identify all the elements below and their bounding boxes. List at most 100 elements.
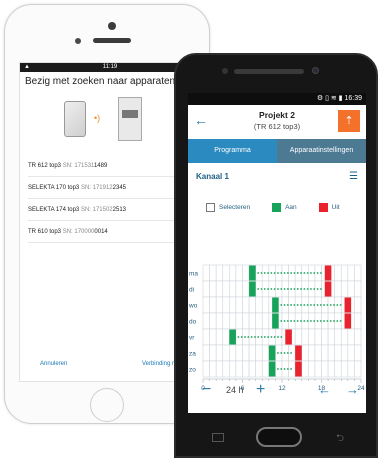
list-item[interactable]: TR 610 top3 SN: 1700000014 [28, 221, 196, 243]
active-dot [336, 320, 339, 322]
device-entry: TR 612 top3 SN: 1715311489 [28, 163, 107, 169]
grid-cell [202, 328, 210, 346]
active-dot [306, 304, 309, 306]
cancel-button[interactable]: Annuleren [40, 361, 67, 367]
active-dot [290, 272, 293, 274]
active-dot [283, 288, 286, 290]
off-marker [295, 361, 302, 377]
day-label: di [189, 287, 194, 294]
active-dot [263, 272, 266, 274]
active-dot [303, 320, 306, 322]
grid-cell [235, 360, 243, 378]
page-title: Bezig met zoeken naar apparaten... [25, 76, 184, 87]
back-key-icon[interactable]: ⮌ [336, 431, 344, 448]
schedule-grid[interactable]: madiwodovrzazo0 6 12 18 24 [188, 263, 366, 393]
active-dot [244, 336, 246, 338]
grid-cell [242, 280, 250, 298]
grid-cell [334, 344, 342, 362]
device-list: TR 612 top3 SN: 1715311489 SELEKTA 170 to… [20, 155, 200, 243]
active-dot [257, 336, 260, 338]
legend-off[interactable]: Uit [318, 202, 340, 212]
grid-cell [334, 280, 342, 298]
tab-bar: Programma Apparaatinstellingen [188, 139, 366, 163]
grid-cell [321, 344, 329, 362]
tab-apparaatinstellingen[interactable]: Apparaatinstellingen [277, 139, 366, 163]
grid-cell [209, 344, 217, 362]
active-dot [313, 288, 316, 290]
black-phone: ⚙ ▯ ≋ ▮ 16:39 ← Projekt 2 (TR 612 top3) … [174, 53, 378, 458]
grid-cell [327, 360, 335, 378]
list-icon[interactable]: ☰ [349, 171, 358, 182]
connection-illustration: •) [20, 91, 200, 153]
zoom-label: 24 h [226, 385, 244, 395]
grid-cell [209, 360, 217, 378]
active-dot [323, 320, 326, 322]
list-item[interactable]: SELEKTA 170 top3 SN: 1719122345 [28, 177, 196, 199]
active-dot [310, 272, 312, 274]
previous-arrow-icon[interactable]: ← [318, 379, 331, 401]
list-item[interactable]: TR 612 top3 SN: 1715311489 [28, 155, 196, 177]
grid-cell [340, 264, 349, 282]
legend-select[interactable]: Selecteren [206, 202, 250, 212]
home-button[interactable] [90, 388, 124, 422]
select-swatch [206, 202, 215, 212]
active-dot [257, 288, 260, 290]
active-dot [270, 272, 273, 274]
active-dot [283, 272, 286, 274]
device-name: TR 612 top3 [28, 162, 62, 169]
grid-cell [222, 264, 230, 282]
active-dot [300, 288, 302, 290]
active-dot [280, 336, 283, 338]
grid-cell [222, 312, 230, 330]
zoom-in-button[interactable]: + [256, 379, 265, 401]
active-dot [339, 320, 342, 322]
active-dot [277, 352, 279, 354]
active-dot [283, 352, 286, 354]
active-dot [277, 272, 279, 274]
device-serial: SN: 171502 [80, 206, 113, 213]
next-arrow-icon[interactable]: → [346, 379, 359, 401]
grid-cell [354, 360, 362, 378]
grid-cell [242, 312, 250, 330]
device-serial-tail: 1489 [93, 162, 108, 169]
active-dot [336, 304, 339, 306]
active-dot [306, 272, 309, 274]
active-dot [283, 320, 286, 322]
active-dot [260, 288, 263, 290]
list-item[interactable]: SELEKTA 174 top3 SN: 1715022513 [28, 199, 196, 221]
device-serial: SN: 171912 [80, 184, 113, 191]
day-label: do [189, 319, 197, 326]
active-dot [270, 336, 273, 338]
active-dot [290, 352, 293, 354]
channel-selector[interactable]: Kanaal 1 ☰ [188, 163, 366, 189]
grid-cell [229, 312, 237, 330]
recent-apps-icon[interactable] [212, 433, 224, 442]
active-dot [316, 272, 319, 274]
bluetooth-signal-icon: •) [94, 113, 101, 123]
tab-programma[interactable]: Programma [188, 139, 277, 163]
off-marker [344, 297, 352, 313]
home-button[interactable] [256, 427, 302, 447]
zoom-controls: − 24 h + ← → [188, 379, 366, 401]
transfer-button[interactable]: ⇡ [338, 110, 360, 132]
grid-cell [215, 328, 224, 346]
grid-cell [354, 312, 362, 330]
grid-cell [215, 344, 224, 362]
on-marker [268, 345, 276, 361]
active-dot [286, 288, 289, 290]
camera-icon [312, 67, 319, 74]
speaker-grille [234, 69, 304, 74]
active-dot [277, 336, 279, 338]
wireless-transfer-icon: ⇡ [344, 115, 354, 127]
grid-cell [347, 360, 355, 378]
on-marker [249, 265, 256, 281]
grid-cell [209, 328, 217, 346]
active-dot [296, 288, 299, 290]
grid-cell [248, 360, 256, 378]
dialog-footer: Annuleren Verbinding maken [20, 361, 200, 367]
grid-cell [327, 328, 335, 346]
legend-on[interactable]: Aan [272, 202, 297, 212]
zoom-out-button[interactable]: − [202, 379, 211, 401]
back-arrow-icon[interactable]: ← [194, 112, 208, 128]
grid-cell [261, 296, 270, 314]
